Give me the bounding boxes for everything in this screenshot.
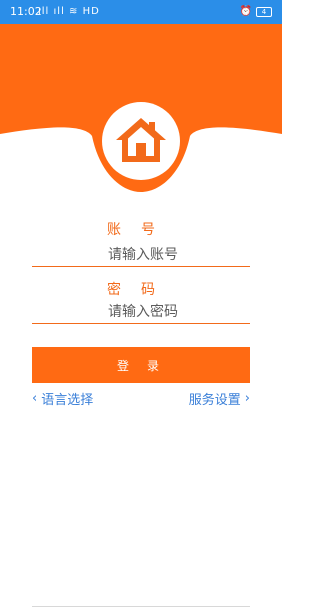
status-time: 11:02 [10,5,42,18]
signal-wifi-icons: ıll ıll ≋ HD [38,6,100,17]
language-select-link[interactable]: ‹ 语言选择 [32,389,93,408]
chevron-left-icon: ‹ [32,391,38,406]
password-underline [32,323,250,324]
password-label: 密码 [107,282,175,298]
alarm-icon: ⏰ [239,6,252,17]
bottom-divider [32,606,250,607]
account-input[interactable] [32,243,254,267]
server-settings-link[interactable]: 服务设置 › [189,389,250,408]
login-button[interactable]: 登录 [32,347,250,383]
link-row: ‹ 语言选择 服务设置 › [32,389,250,408]
password-input[interactable] [32,300,254,324]
language-label: 语言选择 [41,393,94,408]
server-label: 服务设置 [188,393,241,408]
account-label: 账号 [107,222,175,238]
battery-icon: 4 [256,7,272,17]
home-icon [116,118,166,162]
status-bar: 11:02 ıll ıll ≋ HD ⏰ 4 [0,0,282,24]
status-right: ⏰ 4 [240,0,272,24]
account-underline [32,266,250,267]
chevron-right-icon: › [244,391,250,406]
